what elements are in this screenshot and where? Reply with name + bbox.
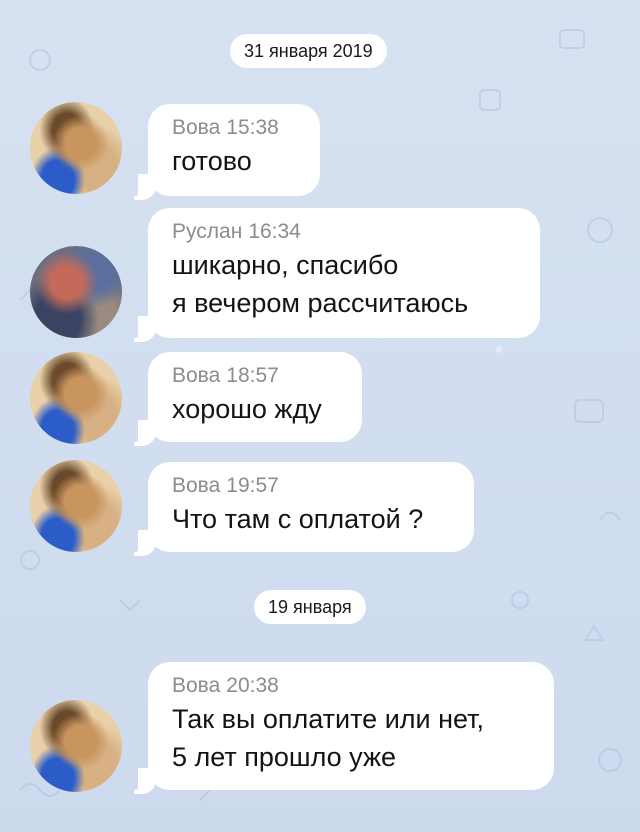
avatar[interactable] <box>30 102 122 194</box>
date-separator: 19 января <box>254 590 366 624</box>
date-separator: 31 января 2019 <box>230 34 387 68</box>
message-text: готово <box>172 146 252 176</box>
message-meta: Вова 20:38 <box>172 672 536 700</box>
message-text: шикарно, спасибо <box>172 250 399 280</box>
message-text: Так вы оплатите или нет, <box>172 704 485 734</box>
message-text: я вечером рассчитаюсь <box>172 288 469 318</box>
message-time: 15:38 <box>226 116 279 139</box>
message-text: хорошо жду <box>172 394 322 424</box>
avatar[interactable] <box>30 246 122 338</box>
message-time: 18:57 <box>226 364 279 387</box>
message-time: 16:34 <box>248 220 301 243</box>
message-author: Руслан <box>172 220 243 243</box>
message-bubble[interactable]: Вова 20:38 Так вы оплатите или нет, 5 лет… <box>138 662 554 790</box>
message-bubble[interactable]: Вова 19:57 Что там с оплатой ? <box>138 462 474 552</box>
avatar[interactable] <box>30 700 122 792</box>
message-text: Что там с оплатой ? <box>172 504 424 534</box>
message-author: Вова <box>172 116 221 139</box>
message-text: 5 лет прошло уже <box>172 742 397 772</box>
message-author: Вова <box>172 364 221 387</box>
message-meta: Руслан 16:34 <box>172 218 522 246</box>
message-author: Вова <box>172 474 221 497</box>
message-bubble[interactable]: Вова 18:57 хорошо жду <box>138 352 362 442</box>
message-author: Вова <box>172 674 221 697</box>
avatar[interactable] <box>30 460 122 552</box>
message-meta: Вова 19:57 <box>172 472 456 500</box>
message-bubble[interactable]: Руслан 16:34 шикарно, спасибо я вечером р… <box>138 208 540 338</box>
message-time: 20:38 <box>226 674 279 697</box>
message-time: 19:57 <box>226 474 279 497</box>
avatar[interactable] <box>30 352 122 444</box>
message-bubble[interactable]: Вова 15:38 готово <box>138 104 320 196</box>
message-meta: Вова 15:38 <box>172 114 302 142</box>
message-meta: Вова 18:57 <box>172 362 344 390</box>
